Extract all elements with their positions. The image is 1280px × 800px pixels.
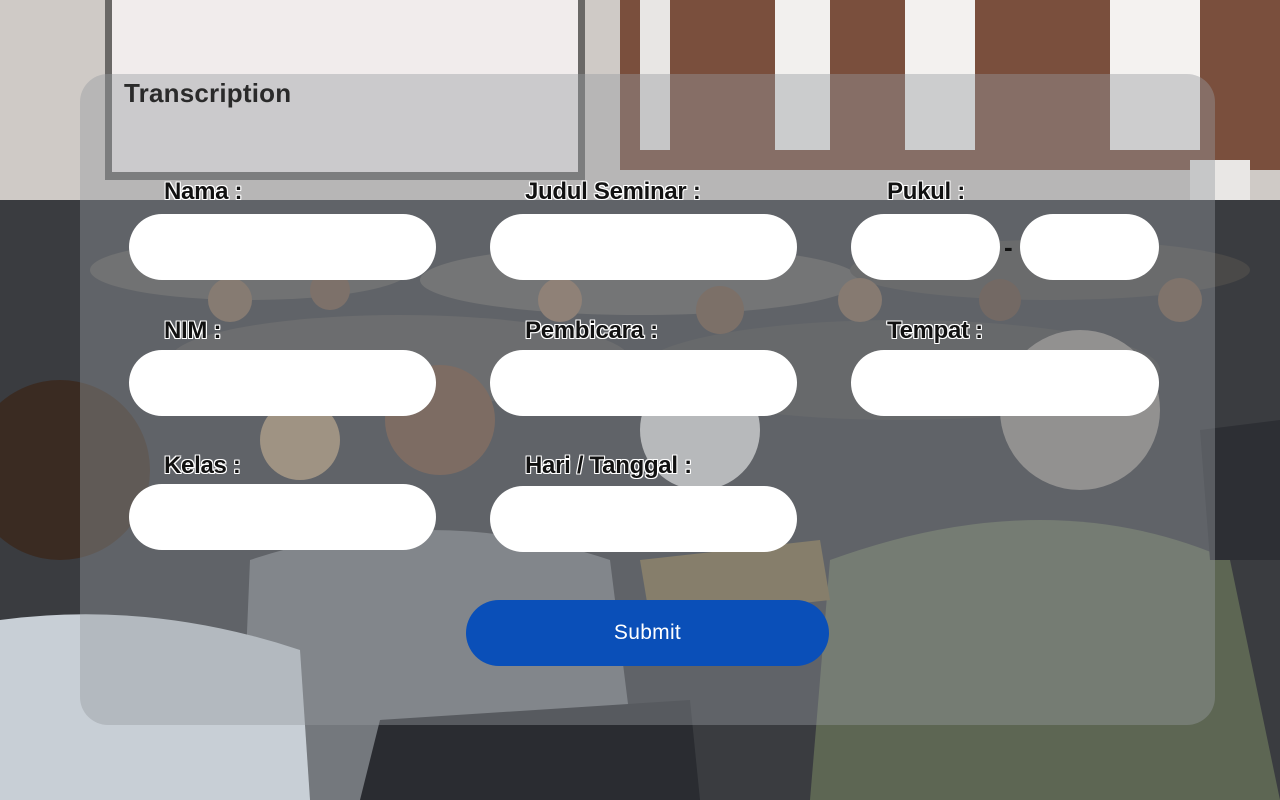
tempat-input[interactable]: [851, 350, 1159, 416]
judul-seminar-input[interactable]: [490, 214, 797, 280]
pukul-end-input[interactable]: [1020, 214, 1159, 280]
tempat-label: Tempat :: [887, 317, 983, 344]
kelas-input[interactable]: [129, 484, 436, 550]
pembicara-input[interactable]: [490, 350, 797, 416]
pukul-start-input[interactable]: [851, 214, 1000, 280]
pukul-label: Pukul :: [887, 178, 965, 205]
nama-input[interactable]: [129, 214, 436, 280]
pembicara-label: Pembicara :: [525, 317, 658, 344]
nim-input[interactable]: [129, 350, 436, 416]
time-range-separator: -: [1004, 232, 1013, 262]
submit-button[interactable]: Submit: [466, 600, 829, 666]
nama-label: Nama :: [164, 178, 243, 205]
hari-tanggal-input[interactable]: [490, 486, 797, 552]
nim-label: NIM :: [164, 317, 222, 344]
hari-tanggal-label: Hari / Tanggal :: [525, 452, 692, 479]
judul-seminar-label: Judul Seminar :: [525, 178, 701, 205]
kelas-label: Kelas :: [164, 452, 241, 479]
page-title: Transcription: [124, 78, 292, 108]
